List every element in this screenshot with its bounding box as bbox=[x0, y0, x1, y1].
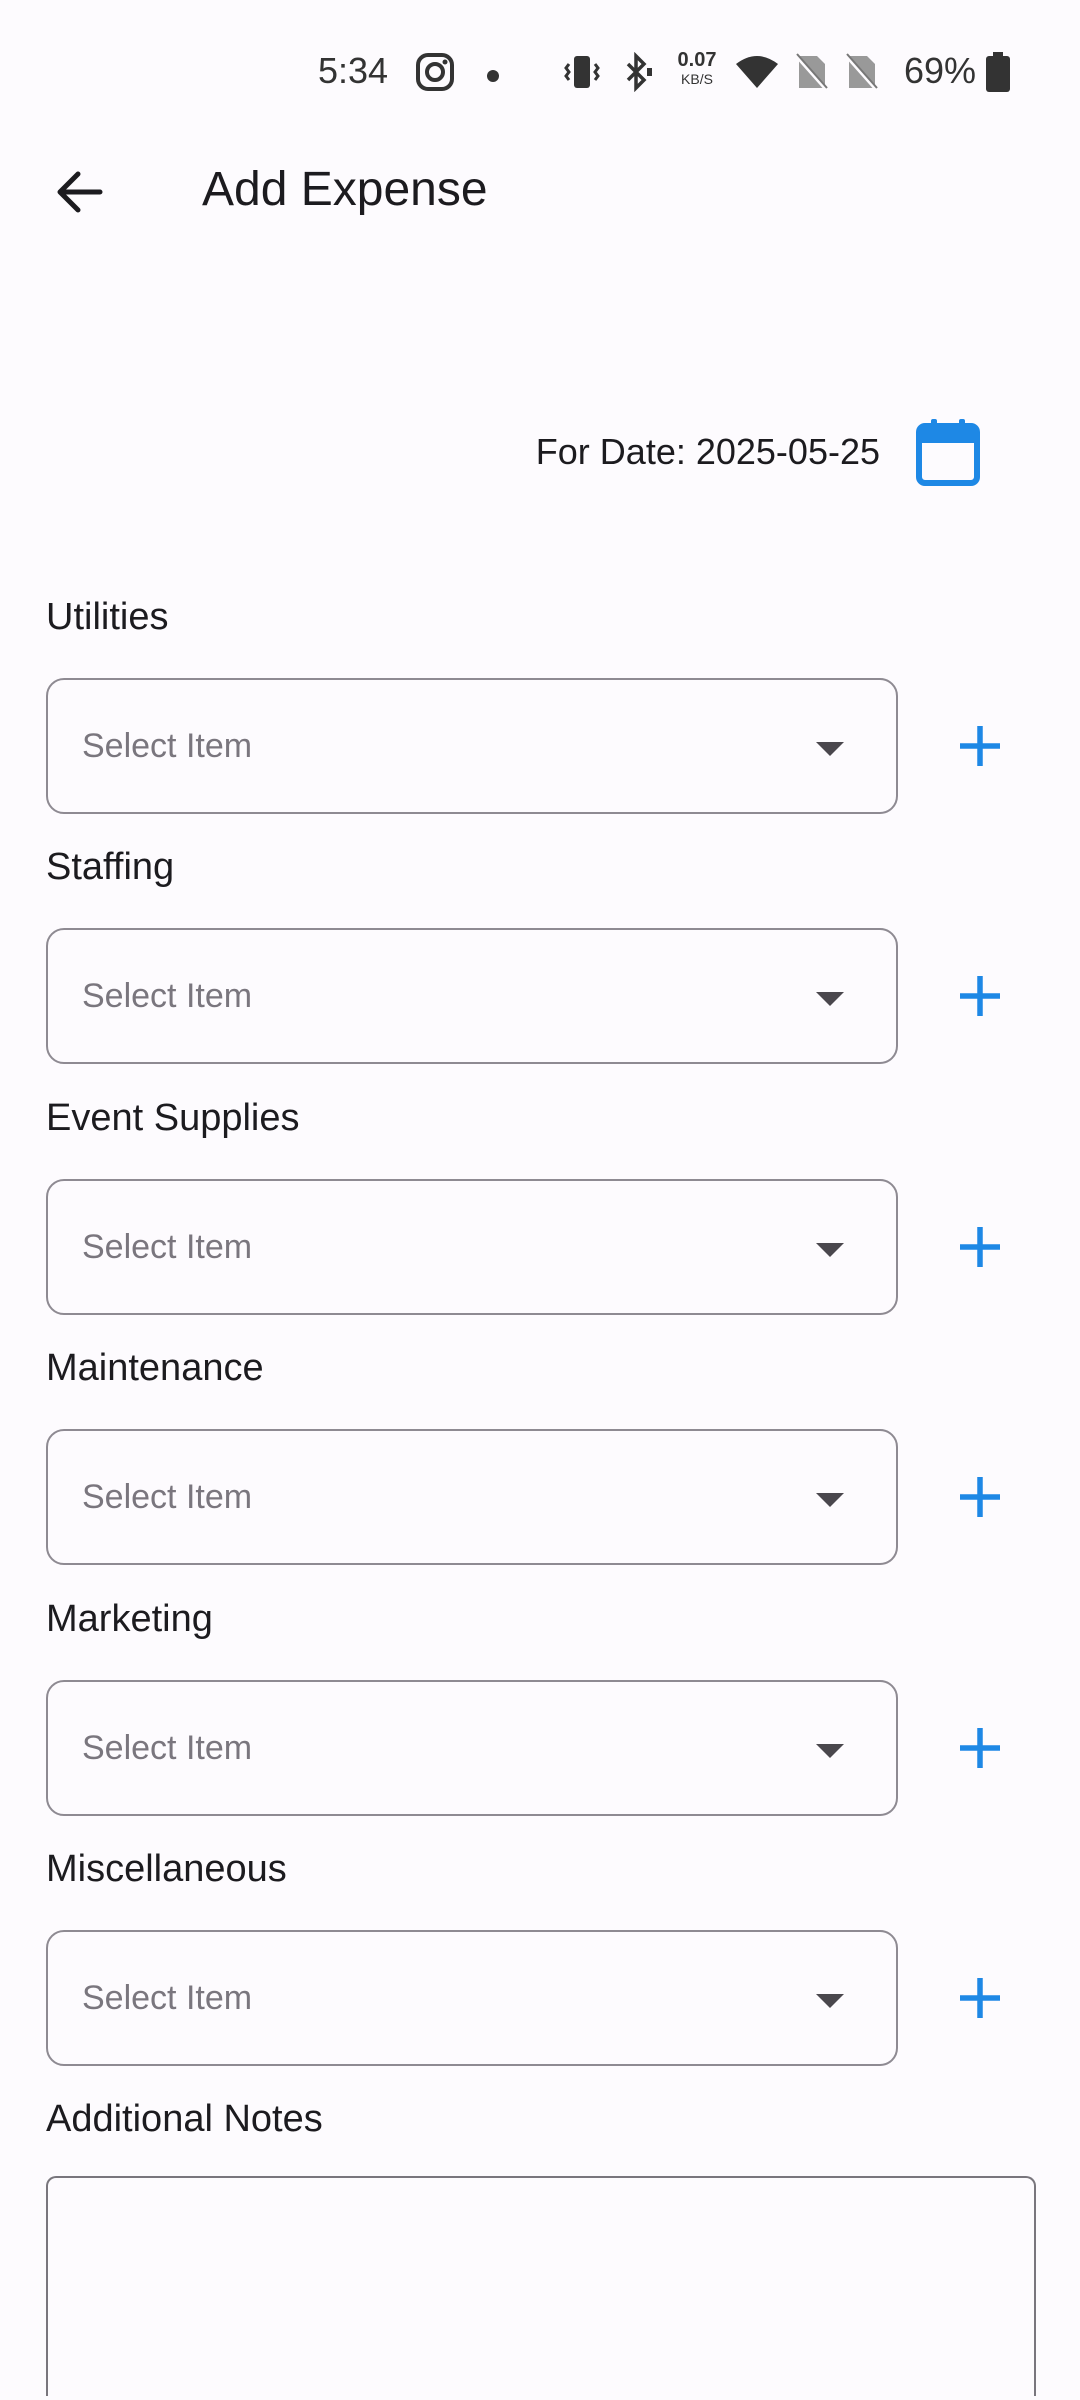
dropdown-arrow-icon bbox=[816, 1243, 844, 1257]
wifi-icon bbox=[734, 52, 780, 97]
add-item-button[interactable] bbox=[944, 710, 1016, 782]
add-item-button[interactable] bbox=[944, 960, 1016, 1032]
category-label: Marketing bbox=[46, 1598, 213, 1640]
no-sim-icon bbox=[843, 52, 879, 97]
item-select-dropdown[interactable]: Select Item bbox=[46, 928, 898, 1064]
app-bar: Add Expense bbox=[0, 140, 1080, 240]
vibrate-icon bbox=[562, 52, 602, 97]
item-select-dropdown[interactable]: Select Item bbox=[46, 1429, 898, 1565]
arrow-back-icon bbox=[57, 171, 103, 213]
plus-icon bbox=[960, 726, 1000, 766]
category-label: Miscellaneous bbox=[46, 1848, 287, 1890]
item-select-dropdown[interactable]: Select Item bbox=[46, 678, 898, 814]
notes-label: Additional Notes bbox=[46, 2098, 323, 2140]
category-label: Event Supplies bbox=[46, 1097, 300, 1139]
plus-icon bbox=[960, 1978, 1000, 2018]
category-label: Utilities bbox=[46, 596, 169, 638]
status-time: 5:34 bbox=[318, 50, 389, 91]
back-button[interactable] bbox=[40, 160, 120, 224]
calendar-icon bbox=[916, 419, 980, 486]
battery-percentage: 69% bbox=[904, 50, 977, 91]
select-placeholder: Select Item bbox=[82, 1228, 253, 1266]
item-select-dropdown[interactable]: Select Item bbox=[46, 1179, 898, 1315]
item-select-dropdown[interactable]: Select Item bbox=[46, 1930, 898, 2066]
status-bar: 5:34 0.07 KB/S 69% bbox=[0, 40, 1080, 104]
category-miscellaneous: Miscellaneous Select Item bbox=[46, 1844, 1046, 2070]
select-placeholder: Select Item bbox=[82, 727, 253, 765]
add-item-button[interactable] bbox=[944, 1712, 1016, 1784]
plus-icon bbox=[960, 1477, 1000, 1517]
category-staffing: Staffing Select Item bbox=[46, 842, 1046, 1068]
dropdown-arrow-icon bbox=[816, 742, 844, 756]
dropdown-arrow-icon bbox=[816, 1994, 844, 2008]
page-title: Add Expense bbox=[202, 163, 488, 216]
date-picker-button[interactable] bbox=[916, 417, 980, 487]
plus-icon bbox=[960, 1728, 1000, 1768]
instagram-icon bbox=[415, 52, 455, 97]
notes-section: Additional Notes bbox=[46, 2094, 1036, 2396]
no-sim-icon bbox=[793, 52, 829, 97]
item-select-dropdown[interactable]: Select Item bbox=[46, 1680, 898, 1816]
battery-icon bbox=[984, 52, 1012, 99]
category-label: Staffing bbox=[46, 846, 175, 888]
plus-icon bbox=[960, 1227, 1000, 1267]
category-event-supplies: Event Supplies Select Item bbox=[46, 1093, 1046, 1319]
category-marketing: Marketing Select Item bbox=[46, 1594, 1046, 1820]
network-speed-unit: KB/S bbox=[681, 71, 713, 87]
add-item-button[interactable] bbox=[944, 1211, 1016, 1283]
category-utilities: Utilities Select Item bbox=[46, 592, 1046, 818]
date-label: For Date: 2025-05-25 bbox=[535, 431, 880, 472]
plus-icon bbox=[960, 976, 1000, 1016]
add-item-button[interactable] bbox=[944, 1962, 1016, 2034]
add-item-button[interactable] bbox=[944, 1461, 1016, 1533]
bluetooth-icon bbox=[616, 51, 656, 97]
select-placeholder: Select Item bbox=[82, 1729, 253, 1767]
select-placeholder: Select Item bbox=[82, 977, 253, 1015]
category-maintenance: Maintenance Select Item bbox=[46, 1343, 1046, 1569]
select-placeholder: Select Item bbox=[82, 1979, 253, 2017]
network-speed: 0.07 KB/S bbox=[672, 50, 722, 86]
date-row: For Date: 2025-05-25 bbox=[536, 412, 980, 492]
select-placeholder: Select Item bbox=[82, 1478, 253, 1516]
notes-textarea[interactable] bbox=[46, 2176, 1036, 2396]
dropdown-arrow-icon bbox=[816, 1744, 844, 1758]
notification-dot-icon bbox=[487, 70, 499, 82]
network-speed-value: 0.07 bbox=[677, 49, 717, 71]
dropdown-arrow-icon bbox=[816, 1493, 844, 1507]
dropdown-arrow-icon bbox=[816, 992, 844, 1006]
category-label: Maintenance bbox=[46, 1347, 264, 1389]
